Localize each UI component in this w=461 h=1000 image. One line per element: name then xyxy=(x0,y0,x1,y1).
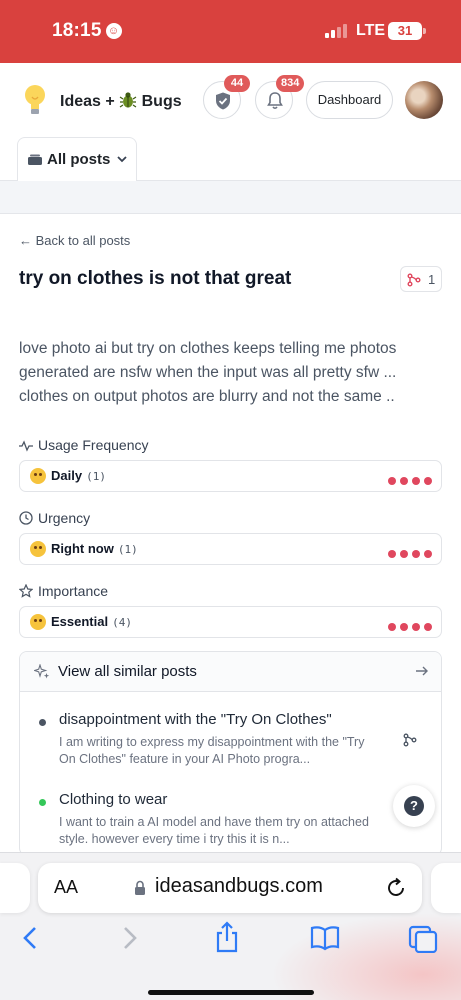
level-dots xyxy=(384,618,432,636)
usage-frequency-label: Usage Frequency xyxy=(19,437,149,453)
urgency-label: Urgency xyxy=(19,510,90,526)
view-similar-posts-button[interactable]: View all similar posts xyxy=(20,652,441,692)
avatar[interactable] xyxy=(405,81,443,119)
status-bar: 18:15 ☺ LTE 31 xyxy=(0,0,461,63)
home-indicator xyxy=(148,990,314,995)
similar-posts-panel: View all similar posts disappointment wi… xyxy=(19,651,442,856)
chevron-down-icon xyxy=(117,156,127,163)
similar-post-title: disappointment with the "Try On Clothes" xyxy=(59,711,332,728)
clock-icon xyxy=(19,511,33,525)
lock-icon xyxy=(135,880,145,895)
bell-icon xyxy=(267,92,283,110)
importance-field[interactable]: Essential (4) xyxy=(19,606,442,638)
merge-count: 1 xyxy=(428,272,436,287)
focus-smiley-icon: ☺ xyxy=(105,23,122,39)
urgency-field[interactable]: Right now (1) xyxy=(19,533,442,565)
similar-post-description: I am writing to express my disappointmen… xyxy=(59,735,365,766)
next-tab-card[interactable] xyxy=(431,863,461,913)
url-text[interactable]: ideasandbugs.com xyxy=(155,875,323,898)
activity-icon xyxy=(19,440,33,452)
brand-name[interactable]: Ideas + Bugs xyxy=(60,91,182,111)
back-link[interactable]: ← Back to all posts xyxy=(19,233,130,248)
browser-chrome: AA ideasandbugs.com xyxy=(0,852,461,1000)
star-icon xyxy=(19,584,33,598)
stack-icon xyxy=(28,154,42,165)
battery-icon: 31 xyxy=(388,22,426,40)
security-button[interactable]: 44 xyxy=(203,75,250,119)
status-dot xyxy=(39,799,46,806)
importance-value: Essential (4) xyxy=(51,614,132,629)
arrow-right-icon xyxy=(416,666,428,676)
star-struck-emoji-icon xyxy=(30,541,46,557)
forward-arrow-icon[interactable] xyxy=(120,925,140,951)
help-button[interactable]: ? xyxy=(393,785,435,827)
text-size-button[interactable]: AA xyxy=(54,877,78,898)
similar-post-item[interactable]: Clothing to wear I want to train a AI mo… xyxy=(20,791,441,851)
address-bar[interactable]: AA ideasandbugs.com xyxy=(38,863,422,913)
similar-post-item[interactable]: disappointment with the "Try On Clothes"… xyxy=(20,711,441,771)
usage-frequency-value: Daily (1) xyxy=(51,468,106,483)
dashboard-button[interactable]: Dashboard xyxy=(306,81,393,119)
back-arrow-icon[interactable] xyxy=(20,925,40,951)
star-struck-emoji-icon xyxy=(30,614,46,630)
reload-icon[interactable] xyxy=(385,877,407,899)
lightbulb-logo-icon[interactable] xyxy=(22,83,48,117)
notifications-button[interactable]: 834 xyxy=(255,75,305,119)
merge-icon[interactable] xyxy=(403,733,417,747)
merge-icon xyxy=(407,273,421,287)
shield-badge: 44 xyxy=(224,75,250,92)
post-title: try on clothes is not that great xyxy=(19,268,292,289)
similar-post-title: Clothing to wear xyxy=(59,791,168,808)
previous-tab-card[interactable] xyxy=(0,863,30,913)
usage-frequency-field[interactable]: Daily (1) xyxy=(19,460,442,492)
post-body: love photo ai but try on clothes keeps t… xyxy=(19,340,397,405)
tab-bar: All posts xyxy=(0,137,461,182)
similar-post-description: I want to train a AI model and have them… xyxy=(59,815,369,846)
shield-check-icon xyxy=(216,92,230,110)
level-dots xyxy=(384,545,432,563)
tab-label: All posts xyxy=(47,151,111,168)
sparkles-icon xyxy=(34,664,50,679)
similar-posts-label: View all similar posts xyxy=(58,663,197,680)
filter-band xyxy=(0,181,461,214)
tab-all-posts[interactable]: All posts xyxy=(17,137,137,182)
signal-icon xyxy=(325,24,351,38)
star-struck-emoji-icon xyxy=(30,468,46,484)
help-icon: ? xyxy=(404,796,424,816)
status-dot xyxy=(39,719,46,726)
notifications-badge: 834 xyxy=(276,75,305,92)
network-label: LTE xyxy=(356,22,386,39)
urgency-value: Right now (1) xyxy=(51,541,138,556)
status-time: 18:15 ☺ xyxy=(52,20,122,42)
bug-icon xyxy=(119,92,137,108)
share-icon[interactable] xyxy=(214,921,240,953)
merge-button[interactable]: 1 xyxy=(400,266,442,292)
importance-label: Importance xyxy=(19,583,108,599)
bookmarks-icon[interactable] xyxy=(310,925,340,951)
level-dots xyxy=(384,472,432,490)
app-header: Ideas + Bugs 44 834 Dashboard xyxy=(0,63,461,137)
tabs-icon[interactable] xyxy=(408,925,438,953)
